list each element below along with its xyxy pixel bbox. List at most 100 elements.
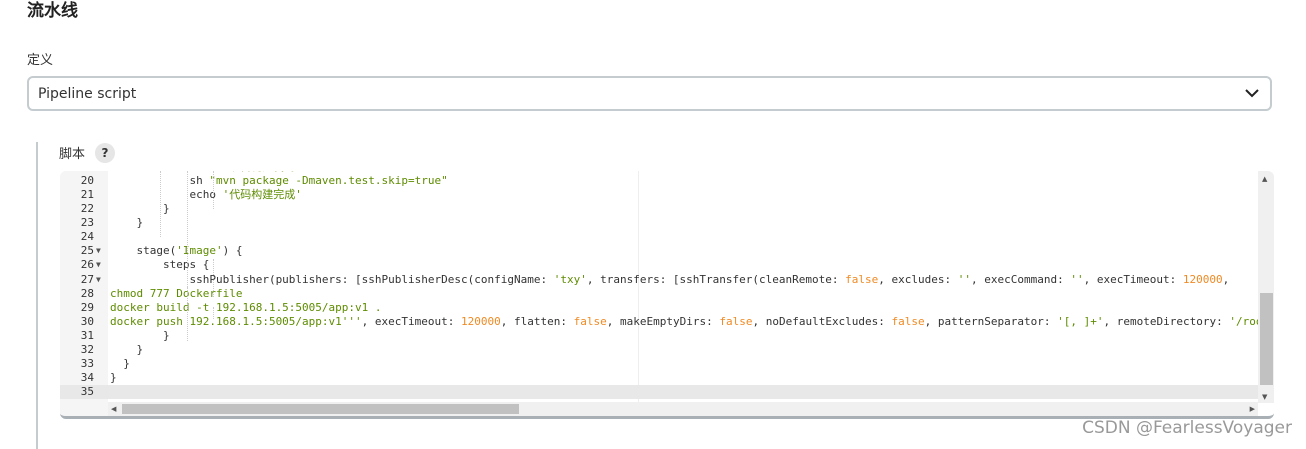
code-token: false <box>573 314 607 328</box>
code-text: docker push 192.168.1.5:5005/app:v1''', … <box>110 315 1262 329</box>
code-token: docker push 192.168.1.5:5005/app:v1''' <box>110 314 362 328</box>
scroll-right-icon[interactable]: ▶ <box>1250 405 1255 413</box>
code-token: , transfers: [sshTransfer(cleanRemote: <box>586 272 846 286</box>
code-token: "mvn package -Dmaven.test.skip=true" <box>209 174 448 188</box>
code-line[interactable]: 29 docker build -t 192.168.1.5:5005/app:v… <box>60 301 1258 315</box>
code-text: echo '代码构建完成' <box>110 188 302 202</box>
code-line[interactable]: 32 } <box>60 343 1258 357</box>
scroll-down-icon[interactable]: ▼ <box>1262 393 1267 401</box>
code-line[interactable]: 22 } <box>60 202 1258 216</box>
code-text: } <box>110 329 170 343</box>
line-number: 27 <box>80 272 94 286</box>
code-text: } <box>110 343 143 357</box>
code-token: , execTimeout: <box>1083 272 1183 286</box>
definition-selected-value: Pipeline script <box>38 86 137 102</box>
code-text: docker build -t 192.168.1.5:5005/app:v1 … <box>110 301 382 315</box>
watermark: CSDN @FearlessVoyager <box>1082 418 1292 438</box>
code-text: stage('Image') { <box>110 244 242 258</box>
line-number: 23 <box>80 216 94 230</box>
code-token: , excludes: <box>878 272 958 286</box>
scroll-left-icon[interactable]: ◀ <box>111 405 116 413</box>
line-number: 34 <box>80 370 94 384</box>
code-token: false <box>719 314 753 328</box>
horizontal-scrollbar[interactable]: ◀ ▶ <box>108 402 1258 416</box>
code-token: steps { <box>110 258 210 272</box>
code-token: '代码构建完成' <box>222 188 302 202</box>
code-token: , <box>1222 272 1230 286</box>
code-token: , makeEmptyDirs: <box>606 314 720 328</box>
code-line[interactable]: 27 ▼ sshPublisher(publishers: [sshPublish… <box>60 273 1258 287</box>
line-number: 30 <box>80 314 94 328</box>
code-token: 120000 <box>1182 272 1223 286</box>
indent-guide <box>187 287 188 311</box>
code-text: chmod 777 Dockerfile <box>110 287 242 301</box>
code-token: , flatten: <box>500 314 574 328</box>
line-number: 32 <box>80 342 94 356</box>
code-token: } <box>110 356 130 370</box>
scroll-up-icon[interactable]: ▲ <box>1262 175 1267 183</box>
code-token: false <box>891 314 925 328</box>
code-token: docker build -t 192.168.1.5:5005/app:v1 … <box>110 300 382 314</box>
code-token: chmod 777 Dockerfile <box>110 286 243 300</box>
code-line[interactable]: 20 sh "mvn package -Dmaven.test.skip=tru… <box>60 174 1258 188</box>
code-line[interactable]: 21 echo '代码构建完成' <box>60 188 1258 202</box>
code-token: 'Image' <box>176 244 223 258</box>
script-editor[interactable]: 19 echo '准备构建代码'20 sh "mvn package -Dmav… <box>60 171 1274 419</box>
code-line[interactable]: 33 } <box>60 357 1258 371</box>
line-number: 33 <box>80 356 94 370</box>
line-number: 22 <box>80 202 94 216</box>
indent-guide <box>213 259 214 297</box>
code-token: stage( <box>110 244 177 258</box>
code-line[interactable]: 23 } <box>60 216 1258 230</box>
code-token: , execTimeout: <box>361 314 462 328</box>
code-token: , execCommand: <box>970 272 1071 286</box>
script-label: 脚本 <box>59 147 86 162</box>
code-token: '' <box>957 272 971 286</box>
page-title: 流水线 <box>27 1 78 21</box>
vertical-scroll-thumb[interactable] <box>1260 293 1273 385</box>
horizontal-scroll-thumb[interactable] <box>122 404 519 414</box>
line-number: 31 <box>80 328 94 342</box>
indent-guide <box>213 171 214 209</box>
code-token: , noDefaultExcludes: <box>752 314 892 328</box>
definition-select[interactable]: Pipeline script <box>27 76 1272 111</box>
code-line[interactable]: 28 chmod 777 Dockerfile <box>60 287 1258 301</box>
line-number: 28 <box>80 286 94 300</box>
line-number: 20 <box>80 174 94 188</box>
code-lines[interactable]: 19 echo '准备构建代码'20 sh "mvn package -Dmav… <box>60 171 1263 400</box>
fold-toggle-icon[interactable]: ▼ <box>96 273 101 287</box>
code-text: steps { <box>110 258 209 272</box>
definition-label: 定义 <box>27 53 54 68</box>
code-line[interactable]: 25 ▼ stage('Image') { <box>60 244 1258 258</box>
code-token: , remoteDirectory: <box>1103 314 1230 328</box>
line-number: 21 <box>80 188 94 202</box>
chevron-down-icon <box>1245 89 1259 98</box>
code-line[interactable]: 26 ▼ steps { <box>60 258 1258 272</box>
code-line[interactable]: 30 docker push 192.168.1.5:5005/app:v1'''… <box>60 314 1263 329</box>
indent-guide <box>213 307 214 319</box>
code-text: } <box>110 216 143 230</box>
code-token: '' <box>1070 272 1084 286</box>
vertical-scrollbar[interactable]: ▲ ▼ <box>1258 171 1274 403</box>
code-token: sshPublisher(publishers: [sshPublisherDe… <box>110 272 554 286</box>
code-token: , patternSeparator: <box>924 314 1058 328</box>
code-line[interactable]: 31 } <box>60 329 1258 343</box>
fold-toggle-icon[interactable]: ▼ <box>96 258 101 272</box>
help-icon[interactable]: ? <box>95 143 115 163</box>
code-token: echo <box>110 188 223 202</box>
code-line[interactable]: 24 <box>60 230 1258 244</box>
indent-guide <box>160 171 161 237</box>
code-token: echo <box>110 171 223 173</box>
code-token: '准备构建代码' <box>223 171 302 173</box>
code-token: '[, ]+' <box>1057 314 1104 328</box>
line-number: 24 <box>80 230 94 244</box>
code-token: false <box>845 272 879 286</box>
code-line[interactable]: 34} <box>60 371 1258 385</box>
code-text: } <box>110 357 130 371</box>
indent-guide <box>187 171 188 341</box>
line-number: 25 <box>80 244 94 258</box>
line-number: 29 <box>80 300 94 314</box>
code-token: } <box>110 342 144 356</box>
code-line[interactable]: 35 <box>60 385 1258 400</box>
fold-toggle-icon[interactable]: ▼ <box>96 244 101 258</box>
